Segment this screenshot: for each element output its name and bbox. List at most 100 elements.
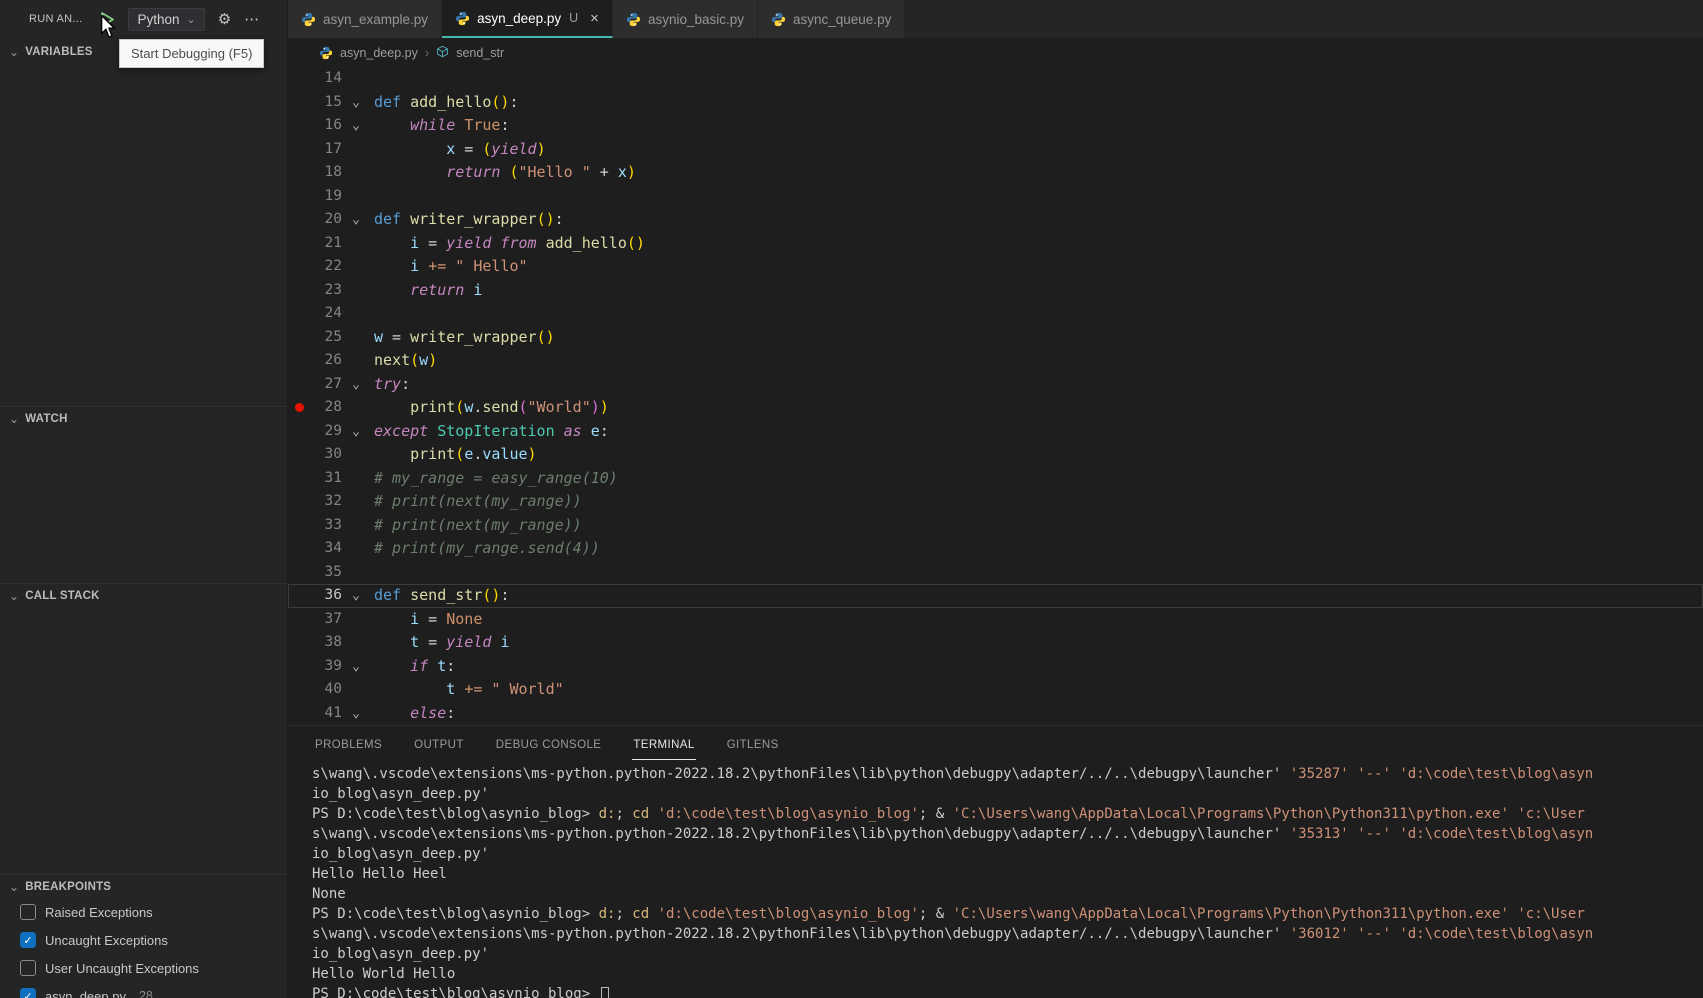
fold-chevron-icon[interactable]: ⌄ — [352, 588, 360, 603]
code-line-15[interactable]: 15⌄def add_hello(): — [288, 91, 1703, 115]
code-line-25[interactable]: 25w = writer_wrapper() — [288, 326, 1703, 350]
code-line-20[interactable]: 20⌄def writer_wrapper(): — [288, 208, 1703, 232]
fold-chevron-icon[interactable]: ⌄ — [352, 212, 360, 227]
code-line-31[interactable]: 31# my_range = easy_range(10) — [288, 467, 1703, 491]
terminal-output[interactable]: s\wang\.vscode\extensions\ms-python.pyth… — [288, 762, 1703, 998]
fold-chevron-icon[interactable]: ⌄ — [352, 95, 360, 110]
code-line-18[interactable]: 18 return ("Hello " + x) — [288, 161, 1703, 185]
gutter-fold-cell[interactable]: ⌄ — [342, 655, 370, 679]
close-icon[interactable]: × — [590, 10, 599, 27]
gutter-breakpoint-cell[interactable] — [288, 396, 310, 420]
code-line-text: i = None — [370, 608, 482, 632]
code-line-36[interactable]: 36⌄def send_str(): — [288, 584, 1703, 608]
gutter-breakpoint-cell — [288, 443, 310, 467]
section-call-stack[interactable]: ⌄ CALL STACK — [0, 583, 287, 607]
panel-tab-terminal[interactable]: TERMINAL — [632, 729, 695, 760]
code-line-30[interactable]: 30 print(e.value) — [288, 443, 1703, 467]
gutter-fold-cell[interactable]: ⌄ — [342, 208, 370, 232]
code-line-38[interactable]: 38 t = yield i — [288, 631, 1703, 655]
checkbox[interactable] — [20, 960, 36, 976]
code-line-23[interactable]: 23 return i — [288, 279, 1703, 303]
gutter-fold-cell — [342, 678, 370, 702]
line-number: 29 — [310, 420, 342, 444]
code-line-21[interactable]: 21 i = yield from add_hello() — [288, 232, 1703, 256]
tab-asyn-example-py[interactable]: asyn_example.py — [288, 0, 442, 38]
checkbox[interactable]: ✓ — [20, 932, 36, 948]
tab-async-queue-py[interactable]: async_queue.py — [758, 0, 905, 38]
fold-chevron-icon[interactable]: ⌄ — [352, 659, 360, 674]
line-number: 14 — [310, 67, 342, 91]
debug-toolbar: RUN AN... Python ⌄ ⚙ ⋯ — [0, 0, 287, 38]
python-file-icon — [319, 46, 333, 60]
code-line-text: w = writer_wrapper() — [370, 326, 555, 350]
gutter-fold-cell[interactable]: ⌄ — [342, 373, 370, 397]
debug-config-label: Python — [137, 12, 179, 27]
gutter-breakpoint-cell — [288, 279, 310, 303]
more-actions-icon[interactable]: ⋯ — [244, 12, 259, 27]
gutter-breakpoint-cell — [288, 302, 310, 326]
code-line-28[interactable]: 28 print(w.send("World")) — [288, 396, 1703, 420]
section-label: CALL STACK — [25, 590, 99, 602]
code-line-text: if t: — [370, 655, 455, 679]
line-number: 37 — [310, 608, 342, 632]
code-line-35[interactable]: 35 — [288, 561, 1703, 585]
breakpoint-icon[interactable] — [295, 403, 304, 412]
gutter-fold-cell — [342, 631, 370, 655]
breakpoint-label: Uncaught Exceptions — [45, 933, 168, 948]
start-debugging-button[interactable] — [98, 10, 116, 28]
gutter-fold-cell[interactable]: ⌄ — [342, 91, 370, 115]
chevron-down-icon: ⌄ — [9, 880, 19, 894]
tab-asyn-deep-py[interactable]: asyn_deep.pyU× — [442, 0, 613, 38]
code-line-34[interactable]: 34# print(my_range.send(4)) — [288, 537, 1703, 561]
code-line-17[interactable]: 17 x = (yield) — [288, 138, 1703, 162]
breakpoint-item-user-uncaught-exceptions[interactable]: User Uncaught Exceptions — [0, 954, 287, 982]
run-debug-sidebar: RUN AN... Python ⌄ ⚙ ⋯ ⌄ VARIABLES ⌄ WAT… — [0, 0, 288, 998]
panel-tab-output[interactable]: OUTPUT — [413, 729, 465, 759]
code-line-16[interactable]: 16⌄ while True: — [288, 114, 1703, 138]
code-line-37[interactable]: 37 i = None — [288, 608, 1703, 632]
code-line-24[interactable]: 24 — [288, 302, 1703, 326]
gutter-fold-cell[interactable]: ⌄ — [342, 702, 370, 726]
code-line-39[interactable]: 39⌄ if t: — [288, 655, 1703, 679]
code-editor[interactable]: 1415⌄def add_hello():16⌄ while True:17 x… — [288, 67, 1703, 725]
gutter-fold-cell[interactable]: ⌄ — [342, 584, 370, 608]
gutter-breakpoint-cell — [288, 255, 310, 279]
code-line-22[interactable]: 22 i += " Hello" — [288, 255, 1703, 279]
fold-chevron-icon[interactable]: ⌄ — [352, 118, 360, 133]
checkbox[interactable]: ✓ — [20, 988, 36, 998]
code-line-32[interactable]: 32# print(next(my_range)) — [288, 490, 1703, 514]
code-line-41[interactable]: 41⌄ else: — [288, 702, 1703, 726]
bottom-panel: PROBLEMS OUTPUT DEBUG CONSOLE TERMINAL GITLE… — [288, 725, 1703, 998]
tab-asynio-basic-py[interactable]: asynio_basic.py — [613, 0, 758, 38]
section-breakpoints[interactable]: ⌄ BREAKPOINTS — [0, 874, 287, 898]
panel-tab-gitlens[interactable]: GITLENS — [726, 729, 780, 759]
breakpoint-label: Raised Exceptions — [45, 905, 153, 920]
line-number: 18 — [310, 161, 342, 185]
code-line-29[interactable]: 29⌄except StopIteration as e: — [288, 420, 1703, 444]
code-line-19[interactable]: 19 — [288, 185, 1703, 209]
breadcrumb-symbol[interactable]: send_str — [456, 46, 504, 60]
code-line-27[interactable]: 27⌄try: — [288, 373, 1703, 397]
checkbox[interactable] — [20, 904, 36, 920]
code-line-26[interactable]: 26next(w) — [288, 349, 1703, 373]
debug-config-dropdown[interactable]: Python ⌄ — [128, 8, 204, 31]
breakpoint-item-raised-exceptions[interactable]: Raised Exceptions — [0, 898, 287, 926]
line-number: 35 — [310, 561, 342, 585]
panel-tab-problems[interactable]: PROBLEMS — [314, 729, 383, 759]
gutter-fold-cell — [342, 608, 370, 632]
breakpoint-item-uncaught-exceptions[interactable]: ✓ Uncaught Exceptions — [0, 926, 287, 954]
code-line-14[interactable]: 14 — [288, 67, 1703, 91]
fold-chevron-icon[interactable]: ⌄ — [352, 424, 360, 439]
code-line-text: # print(next(my_range)) — [370, 490, 582, 514]
gutter-fold-cell[interactable]: ⌄ — [342, 420, 370, 444]
fold-chevron-icon[interactable]: ⌄ — [352, 377, 360, 392]
section-watch[interactable]: ⌄ WATCH — [0, 406, 287, 430]
breadcrumb-file[interactable]: asyn_deep.py — [340, 46, 418, 60]
code-line-40[interactable]: 40 t += " World" — [288, 678, 1703, 702]
gear-icon[interactable]: ⚙ — [218, 12, 231, 27]
panel-tab-debug-console[interactable]: DEBUG CONSOLE — [495, 729, 603, 759]
fold-chevron-icon[interactable]: ⌄ — [352, 706, 360, 721]
gutter-fold-cell[interactable]: ⌄ — [342, 114, 370, 138]
code-line-33[interactable]: 33# print(next(my_range)) — [288, 514, 1703, 538]
breakpoint-item-asyn-deep-py[interactable]: ✓asyn_deep.py28 — [0, 982, 287, 998]
